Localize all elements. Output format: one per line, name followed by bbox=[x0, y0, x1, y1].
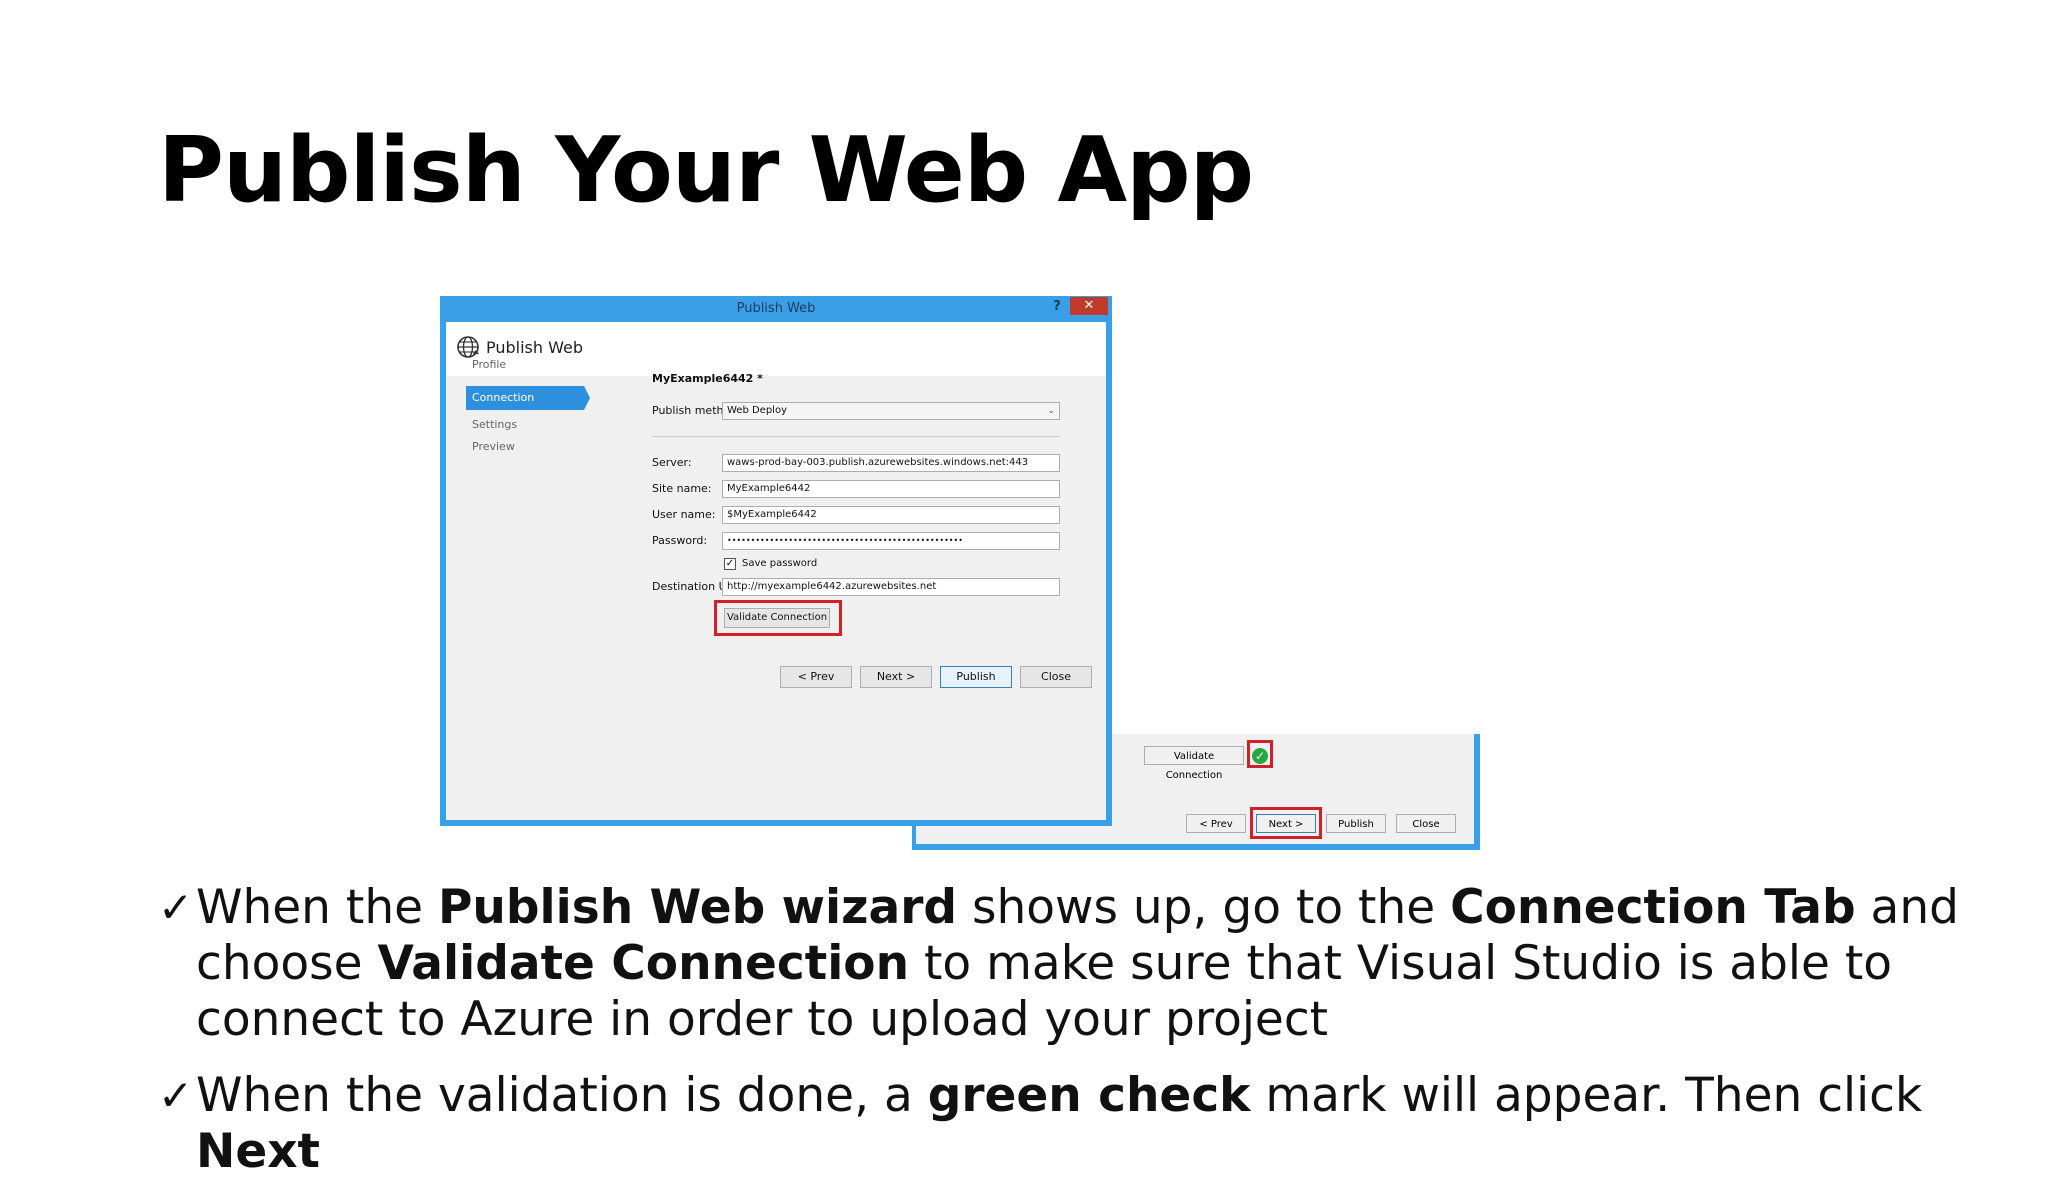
partial-publish-button[interactable]: Publish bbox=[1326, 814, 1386, 833]
screenshot-composite: Validate Connection ✓ < Prev Next > Publ… bbox=[440, 296, 1480, 850]
help-button[interactable]: ? bbox=[1046, 296, 1068, 318]
slide-title: Publish Your Web App bbox=[158, 118, 1254, 223]
publish-method-select[interactable]: Web Deploy ⌄ bbox=[722, 402, 1060, 420]
next-highlight bbox=[1250, 807, 1322, 839]
partial-prev-button[interactable]: < Prev bbox=[1186, 814, 1246, 833]
profile-name: MyExample6442 * bbox=[652, 372, 763, 385]
separator bbox=[652, 436, 1060, 437]
partial-close-button[interactable]: Close bbox=[1396, 814, 1456, 833]
save-password-checkbox[interactable]: ✓ bbox=[724, 558, 736, 570]
nav-active-arrow bbox=[584, 386, 590, 410]
site-name-label: Site name: bbox=[652, 482, 712, 495]
dialog-header-label: Publish Web bbox=[486, 338, 583, 357]
next-button[interactable]: Next > bbox=[860, 666, 932, 688]
bullet-list: ✓ When the Publish Web wizard shows up, … bbox=[158, 880, 2018, 1200]
bullet-bold: Connection Tab bbox=[1450, 880, 1856, 935]
publish-method-value: Web Deploy bbox=[727, 405, 787, 416]
password-input[interactable]: ••••••••••••••••••••••••••••••••••••••••… bbox=[722, 532, 1060, 550]
bullet-item: ✓ When the Publish Web wizard shows up, … bbox=[158, 880, 2018, 1048]
bullet-bold: green check bbox=[927, 1068, 1251, 1123]
partial-validate-button[interactable]: Validate Connection bbox=[1144, 746, 1244, 781]
dialog-body: Publish Web Profile Connection Settings … bbox=[446, 322, 1106, 820]
bullet-item: ✓ When the validation is done, a green c… bbox=[158, 1068, 2018, 1180]
bullet-text: When the validation is done, a bbox=[196, 1068, 928, 1123]
close-button[interactable]: Close bbox=[1020, 666, 1092, 688]
nav-profile[interactable]: Profile bbox=[472, 358, 506, 371]
prev-button[interactable]: < Prev bbox=[780, 666, 852, 688]
checkmark-icon: ✓ bbox=[158, 883, 194, 932]
chevron-down-icon: ⌄ bbox=[1047, 406, 1055, 416]
user-name-input[interactable]: $MyExample6442 bbox=[722, 506, 1060, 524]
publish-web-dialog: Publish Web ? ✕ Publish Web Profile Conn… bbox=[440, 296, 1112, 826]
bullet-bold: Publish Web wizard bbox=[437, 880, 958, 935]
validate-highlight bbox=[714, 600, 842, 636]
nav-preview[interactable]: Preview bbox=[472, 440, 515, 453]
save-password-label: Save password bbox=[742, 558, 818, 569]
globe-publish-icon bbox=[457, 336, 479, 358]
nav-connection[interactable]: Connection bbox=[466, 386, 584, 410]
checkmark-icon: ✓ bbox=[158, 1071, 194, 1120]
dialog-header: Publish Web bbox=[446, 322, 1106, 376]
publish-button[interactable]: Publish bbox=[940, 666, 1012, 688]
password-label: Password: bbox=[652, 534, 708, 547]
bullet-text: When the bbox=[196, 880, 438, 935]
site-name-input[interactable]: MyExample6442 bbox=[722, 480, 1060, 498]
server-input[interactable]: waws-prod-bay-003.publish.azurewebsites.… bbox=[722, 454, 1060, 472]
bullet-text: mark will appear. Then click bbox=[1250, 1068, 1923, 1123]
bullet-text: shows up, go to the bbox=[957, 880, 1451, 935]
window-title: Publish Web bbox=[736, 301, 816, 316]
bullet-bold: Validate Connection bbox=[377, 936, 910, 991]
nav-settings[interactable]: Settings bbox=[472, 418, 517, 431]
check-highlight bbox=[1247, 740, 1273, 768]
user-name-label: User name: bbox=[652, 508, 716, 521]
destination-url-input[interactable]: http://myexample6442.azurewebsites.net bbox=[722, 578, 1060, 596]
close-window-button[interactable]: ✕ bbox=[1070, 297, 1108, 315]
server-label: Server: bbox=[652, 456, 692, 469]
